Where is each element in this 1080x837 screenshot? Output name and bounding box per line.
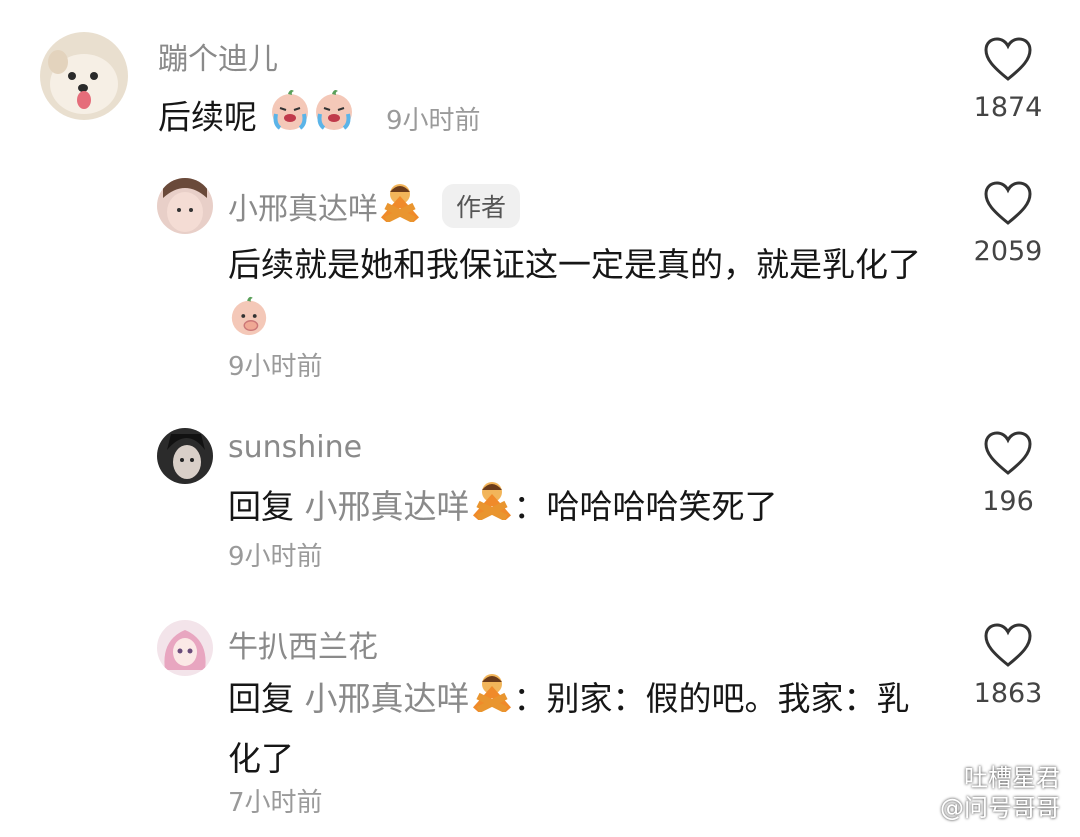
author-badge: 作者 — [442, 184, 521, 228]
reply-to-username[interactable]: 小邢真达咩 — [305, 487, 470, 526]
comment-text: 回复 小邢真达咩 ：哈哈哈哈笑死了 — [228, 478, 778, 538]
comment-3: sunshine 回复 小邢真达咩 ：哈哈哈哈笑死了 9小时前 196 — [0, 412, 1080, 592]
username-text[interactable]: 小邢真达咩 — [228, 184, 378, 228]
no-gesture-emoji-icon — [378, 182, 422, 230]
like-count: 1874 — [973, 92, 1043, 123]
comment-4: 牛扒西兰花 回复 小邢真达咩 ：别家：假的吧。我家：乳化了 7小时前 1863 — [0, 604, 1080, 837]
like-count: 1863 — [973, 678, 1043, 709]
comment-body: 后续就是她和我保证这一定是真的，就是乳化了 — [228, 245, 921, 284]
like-control[interactable]: 1863 — [968, 622, 1048, 709]
heart-icon[interactable] — [983, 180, 1033, 226]
timestamp: 9小时前 — [386, 105, 481, 136]
username[interactable]: sunshine — [228, 430, 362, 465]
avatar[interactable] — [157, 620, 213, 676]
heart-icon[interactable] — [983, 430, 1033, 476]
username: 小邢真达咩 作者 — [228, 182, 521, 230]
watermark: 吐槽星君 @问号哥哥 — [926, 762, 1060, 823]
like-control[interactable]: 1874 — [968, 36, 1048, 123]
watermark-line-1: 吐槽星君 — [926, 762, 1060, 793]
reply-to-username[interactable]: 小邢真达咩 — [305, 679, 470, 718]
no-gesture-emoji-icon — [470, 480, 514, 538]
timestamp: 9小时前 — [228, 542, 323, 572]
comment-text: 回复 小邢真达咩 ：别家：假的吧。我家：乳化了 — [228, 670, 928, 788]
like-control[interactable]: 196 — [968, 430, 1048, 517]
crying-emoji-icon — [268, 88, 312, 150]
comment-text: 后续呢 9小时前 — [158, 88, 481, 150]
watermark-handle: @问号哥哥 — [940, 794, 1060, 822]
like-count: 2059 — [973, 236, 1043, 267]
no-gesture-emoji-icon — [470, 672, 514, 730]
like-control[interactable]: 2059 — [968, 180, 1048, 267]
heart-icon[interactable] — [983, 622, 1033, 668]
timestamp: 9小时前 — [228, 352, 323, 382]
timestamp: 7小时前 — [228, 788, 323, 818]
comment-2: 小邢真达咩 作者 后续就是她和我保证这一定是真的，就是乳化了 9小时前 2059 — [0, 160, 1080, 390]
heart-icon[interactable] — [983, 36, 1033, 82]
wechat-icon — [926, 762, 956, 793]
reply-prefix: 回复 — [228, 487, 294, 526]
watermark-account: 吐槽星君 — [964, 763, 1060, 792]
reply-prefix: 回复 — [228, 679, 294, 718]
avatar[interactable] — [40, 32, 128, 120]
avatar[interactable] — [157, 178, 213, 234]
avatar[interactable] — [157, 428, 213, 484]
crying-emoji-icon — [312, 88, 356, 150]
username[interactable]: 牛扒西兰花 — [228, 622, 378, 666]
comment-text: 后续就是她和我保证这一定是真的，就是乳化了 — [228, 236, 948, 355]
like-count: 196 — [982, 486, 1034, 517]
comment-body: ：哈哈哈哈笑死了 — [513, 487, 778, 526]
comment-body: 后续呢 — [158, 97, 257, 137]
username[interactable]: 蹦个迪儿 — [158, 34, 278, 78]
comment-1: 蹦个迪儿 后续呢 9小时前 1874 — [0, 0, 1080, 160]
